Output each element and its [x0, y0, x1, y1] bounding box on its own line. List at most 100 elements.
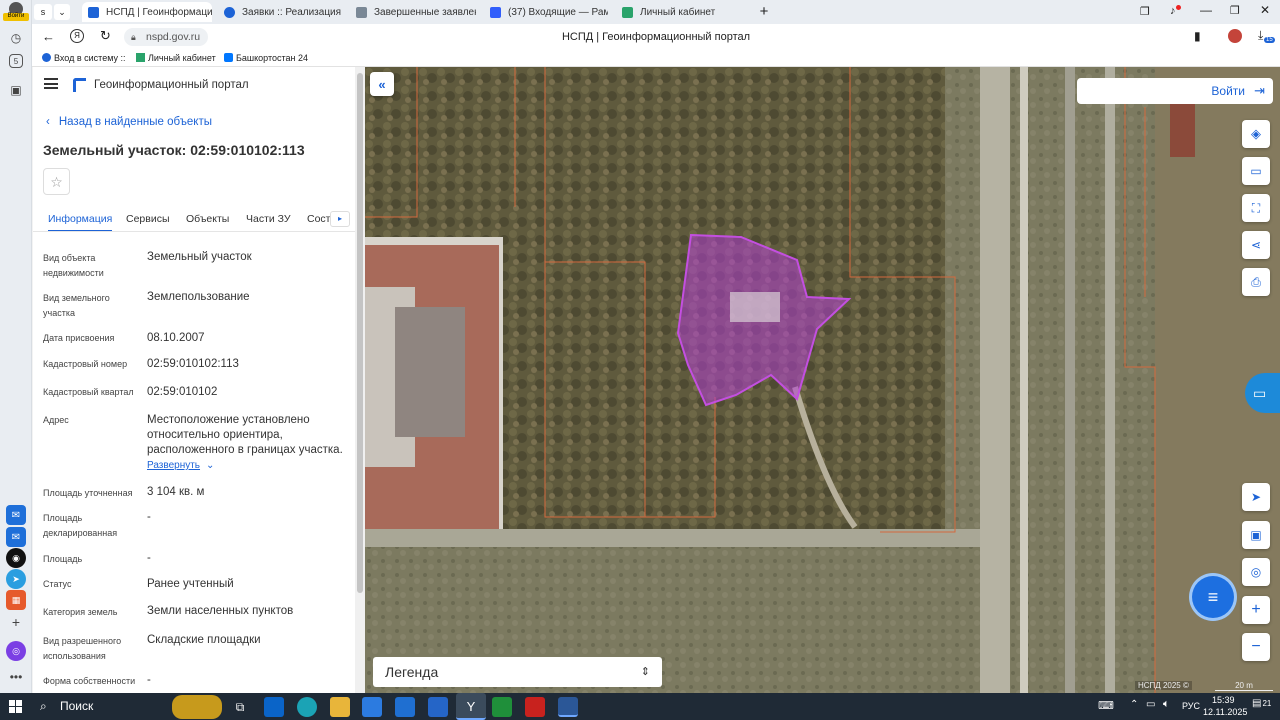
- share-button[interactable]: ⋖: [1242, 231, 1270, 259]
- tabs-scroll-right-button[interactable]: ▸: [330, 211, 350, 227]
- language-indicator[interactable]: РУС: [1182, 701, 1200, 711]
- tab-label: Заявки :: Реализация госу: [242, 6, 342, 18]
- shield-app-icon[interactable]: [492, 697, 512, 717]
- back-link[interactable]: ‹ Назад в найденные объекты: [46, 116, 212, 128]
- tab-rambler-mail[interactable]: (37) Входящие — Рамблер: [484, 2, 608, 22]
- yandex-tab-button[interactable]: s: [34, 4, 52, 20]
- bookmark-bashkortostan[interactable]: Башкортостан 24: [224, 53, 308, 63]
- task-view-icon[interactable]: ⧉: [230, 697, 250, 717]
- explorer-icon[interactable]: [330, 697, 350, 717]
- add-app-icon[interactable]: +: [6, 612, 26, 632]
- url-field[interactable]: 🔒︎ nspd.gov.ru: [124, 28, 208, 46]
- new-tab-button[interactable]: +: [754, 2, 774, 22]
- close-window-icon[interactable]: ✕: [1260, 3, 1270, 17]
- mail-app-icon[interactable]: ✉: [6, 505, 26, 525]
- scale-bar: 20 m: [1215, 681, 1273, 691]
- favorite-star-button[interactable]: ☆: [43, 168, 70, 195]
- login-button[interactable]: Войти ⇥: [1077, 78, 1273, 104]
- ruler-button[interactable]: ▭: [1242, 157, 1270, 185]
- back-arrow-icon[interactable]: ←: [42, 29, 55, 44]
- tray-chevron-icon[interactable]: ⌃: [1130, 699, 1138, 710]
- field-label: Площадь: [43, 554, 83, 564]
- alice-icon[interactable]: ◎: [6, 641, 26, 661]
- lock-icon: 🔒︎: [131, 32, 136, 42]
- tab-info[interactable]: Информация: [48, 213, 113, 231]
- panel-scrollbar[interactable]: [355, 67, 365, 693]
- layers-button[interactable]: ◈: [1242, 120, 1270, 148]
- downloads-icon[interactable]: ⤓ 15: [1258, 28, 1275, 43]
- search-location-button[interactable]: ◎: [1242, 558, 1270, 586]
- edge-icon[interactable]: [297, 697, 317, 717]
- start-windows-icon[interactable]: [9, 700, 22, 713]
- minimize-icon[interactable]: —: [1200, 3, 1212, 17]
- restore-icon[interactable]: ❐: [1230, 4, 1240, 17]
- assistant-chat-icon[interactable]: ▭: [1245, 373, 1280, 413]
- area-select-button[interactable]: ⛶: [1242, 194, 1270, 222]
- history-icon[interactable]: ◷: [6, 28, 26, 48]
- bookmark-login[interactable]: Вход в систему ::: [42, 53, 126, 63]
- messenger-icon[interactable]: ◉: [6, 548, 26, 568]
- field-label: Кадастровый номер: [43, 359, 128, 369]
- collections-icon[interactable]: 5: [9, 54, 23, 68]
- notifications-icon[interactable]: ▤21: [1252, 698, 1271, 709]
- clock-time[interactable]: 15:39: [1212, 695, 1235, 705]
- telegram-icon[interactable]: ➤: [6, 569, 26, 589]
- volume-icon[interactable]: 🔈︎: [1163, 698, 1170, 711]
- print-button[interactable]: ⎙: [1242, 268, 1270, 296]
- outlook-icon[interactable]: [264, 697, 284, 717]
- object-info-panel: Геоинформационный портал ‹ Назад в найден…: [33, 67, 355, 693]
- profile-login-label[interactable]: Войти: [3, 13, 29, 21]
- bookmark-favicon-icon: [42, 53, 51, 62]
- app-icon[interactable]: [428, 697, 448, 717]
- minimap-button[interactable]: ▣: [1242, 521, 1270, 549]
- legend-dropdown[interactable]: Легенда ⇕: [373, 657, 662, 687]
- pdf-icon[interactable]: [525, 697, 545, 717]
- widget-icon[interactable]: [172, 695, 222, 719]
- tab-completed[interactable]: Завершенные заявления: [350, 2, 476, 22]
- tab-parts[interactable]: Части ЗУ: [246, 213, 291, 225]
- zoom-in-button[interactable]: +: [1242, 596, 1270, 624]
- clock-date[interactable]: 12.11.2025: [1203, 707, 1247, 717]
- hamburger-menu-icon[interactable]: [44, 78, 58, 89]
- reload-icon[interactable]: ↻: [100, 28, 111, 44]
- support-chat-button[interactable]: ≡: [1192, 576, 1234, 618]
- more-icon[interactable]: •••: [6, 667, 26, 687]
- field-label: Вид разрешенного использования: [43, 636, 122, 661]
- yandex-browser-icon[interactable]: Y: [456, 693, 486, 720]
- field-value: Земельный участок: [147, 251, 252, 263]
- scrollbar-thumb[interactable]: [357, 73, 363, 593]
- tab-collections-icon[interactable]: ❐: [1140, 5, 1150, 18]
- bookmark-label: Вход в систему ::: [54, 53, 126, 63]
- bookmark-label: Башкортостан 24: [236, 53, 309, 63]
- expand-link[interactable]: Развернуть ⌄: [147, 460, 214, 471]
- zoom-out-button[interactable]: −: [1242, 633, 1270, 661]
- field-value: Ранее учтенный: [147, 578, 234, 590]
- mail-icon[interactable]: [395, 697, 415, 717]
- store-icon[interactable]: [362, 697, 382, 717]
- mail-app-2-icon[interactable]: ✉: [6, 527, 26, 547]
- map-attribution: НСПД 2025 ©: [1135, 681, 1192, 690]
- network-icon[interactable]: ▭: [1146, 699, 1155, 710]
- tab-nspd[interactable]: НСПД | Геоинформаци ✕: [82, 2, 212, 22]
- collapse-panel-button[interactable]: «: [370, 72, 394, 96]
- notification-bell-icon[interactable]: ♪: [1170, 5, 1181, 17]
- screenshot-icon[interactable]: ▣: [6, 80, 26, 100]
- field-label: Вид объекта недвижимости: [43, 253, 104, 278]
- geolocate-button[interactable]: ➤: [1242, 483, 1270, 511]
- cabinet-favicon-icon: [622, 6, 633, 18]
- bookmark-cabinet[interactable]: Личный кабинет: [136, 53, 216, 63]
- tab-services[interactable]: Сервисы: [126, 213, 170, 225]
- yandex-logo-icon[interactable]: Я: [70, 29, 84, 43]
- satellite-map[interactable]: « Войти ⇥ ◈ ▭ ⛶ ⋖ ⎙ ▭ ➤ ▣ ◎ ≡ + − Легенд…: [365, 67, 1280, 693]
- tabs-menu-chevron-icon[interactable]: ⌄: [54, 4, 70, 20]
- tab-objects[interactable]: Объекты: [186, 213, 229, 225]
- photos-icon[interactable]: ▦: [6, 590, 26, 610]
- extension-icon[interactable]: [1228, 29, 1242, 43]
- keyboard-icon[interactable]: ⌨: [1098, 699, 1114, 712]
- tab-cabinet[interactable]: Личный кабинет: [616, 2, 746, 22]
- tab-zayavki[interactable]: Заявки :: Реализация госу: [218, 2, 342, 22]
- word-icon[interactable]: [558, 697, 578, 717]
- bookmark-icon[interactable]: ▮: [1194, 29, 1201, 43]
- field-label: Категория земель: [43, 607, 118, 617]
- chevron-updown-icon: ⇕: [640, 666, 650, 678]
